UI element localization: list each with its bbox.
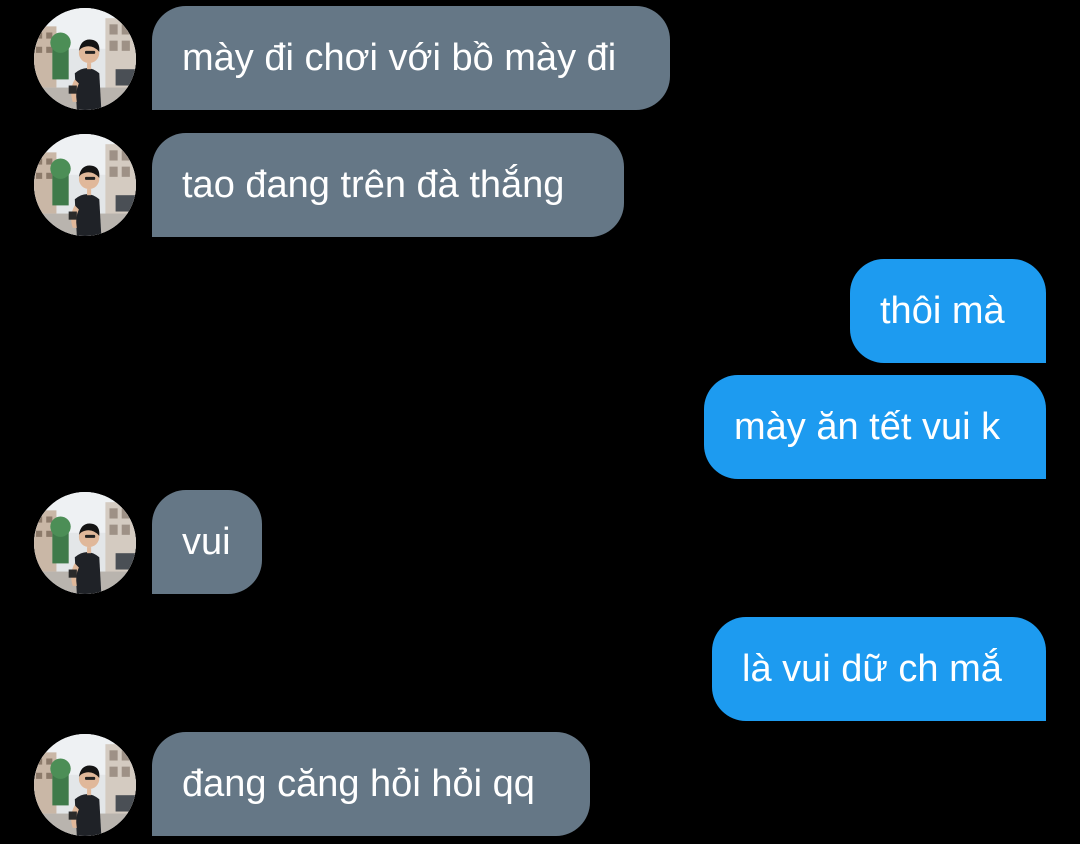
- avatar[interactable]: [34, 734, 136, 836]
- outgoing-message-bubble[interactable]: thôi mà: [850, 259, 1046, 363]
- contact-avatar-icon: [34, 8, 136, 110]
- avatar[interactable]: [34, 492, 136, 594]
- incoming-message-bubble[interactable]: mày đi chơi với bồ mày đi: [152, 6, 670, 110]
- avatar[interactable]: [34, 8, 136, 110]
- contact-avatar-icon: [34, 134, 136, 236]
- incoming-message-bubble[interactable]: đang căng hỏi hỏi qq: [152, 732, 590, 836]
- contact-avatar-icon: [34, 492, 136, 594]
- chat-thread: mày đi chơi với bồ mày đi tao đang trên …: [0, 0, 1080, 844]
- incoming-message-bubble[interactable]: vui: [152, 490, 262, 594]
- incoming-message-bubble[interactable]: tao đang trên đà thắng: [152, 133, 624, 237]
- outgoing-message-bubble[interactable]: là vui dữ ch mắ: [712, 617, 1046, 721]
- contact-avatar-icon: [34, 734, 136, 836]
- outgoing-message-bubble[interactable]: mày ăn tết vui k: [704, 375, 1046, 479]
- avatar[interactable]: [34, 134, 136, 236]
